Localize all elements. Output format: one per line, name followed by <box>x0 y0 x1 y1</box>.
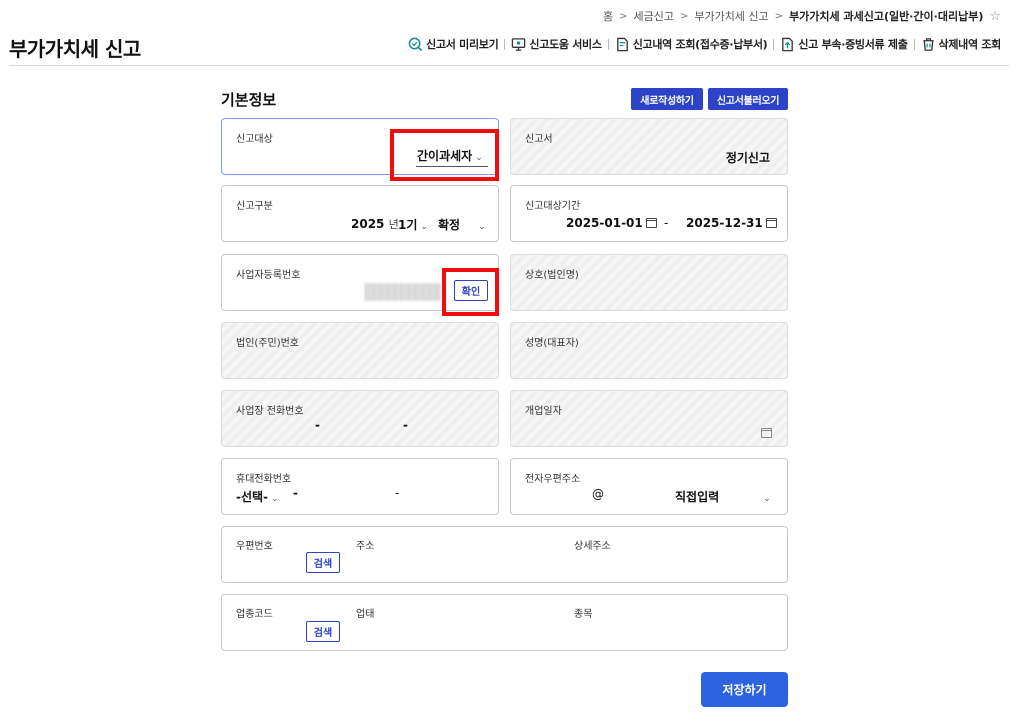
period-value: 1기 <box>398 218 418 232</box>
calendar-icon <box>761 428 772 438</box>
corp-number-field: 법인(주민)번호 <box>221 322 499 379</box>
new-report-button[interactable]: 새로작성하기 <box>631 88 703 110</box>
industry-search-button[interactable]: 검색 <box>306 621 340 642</box>
mobile-dash: - <box>395 486 400 500</box>
calendar-icon[interactable] <box>765 218 777 228</box>
business-phone-field: 사업장 전화번호 - - <box>221 390 499 447</box>
report-target-label: 신고대상 <box>236 134 273 145</box>
report-category-field: 신고구분 <box>221 185 499 242</box>
attachments-link[interactable]: 신고 부속·증빙서류 제출 <box>780 36 908 52</box>
report-category-label: 신고구분 <box>236 201 273 212</box>
phone-dash: - <box>315 418 320 432</box>
mobile-phone-label: 휴대전화번호 <box>236 474 292 485</box>
highlight-box <box>390 129 499 181</box>
page-title: 부가가치세 신고 <box>9 37 141 61</box>
load-report-button[interactable]: 신고서불러오기 <box>708 88 788 110</box>
calendar-icon[interactable] <box>645 218 657 228</box>
representative-field: 성명(대표자) <box>510 322 788 379</box>
magnifier-check-icon <box>408 37 423 51</box>
mobile-prefix-value: -선택- <box>236 490 269 504</box>
deleted-history-label: 삭제내역 조회 <box>938 38 1002 51</box>
year-value: 2025 <box>351 217 385 231</box>
breadcrumb-separator: > <box>679 10 689 22</box>
highlight-box <box>442 268 499 316</box>
top-menu: 신고서 미리보기 신고도움 서비스 신고내역 조회(접수증·납부서) 신고 부속… <box>408 36 1001 52</box>
business-number-label: 사업자등록번호 <box>236 270 301 281</box>
chevron-down-icon: ⌄ <box>420 222 428 232</box>
history-link[interactable]: 신고내역 조회(접수증·납부서) <box>615 36 768 52</box>
breadcrumb-tax-report[interactable]: 세금신고 <box>633 8 673 24</box>
email-domain-value: 직접입력 <box>675 490 720 504</box>
document-search-icon <box>616 37 628 51</box>
mobile-phone-field: 휴대전화번호 <box>221 458 499 515</box>
section-title: 기본정보 <box>221 91 277 109</box>
period-end-value: 2025-12-31 <box>686 216 763 230</box>
menu-divider <box>913 38 915 50</box>
business-phone-label: 사업장 전화번호 <box>236 406 304 417</box>
zip-label: 우편번호 <box>236 541 273 552</box>
report-form-label: 신고서 <box>525 134 553 145</box>
history-label: 신고내역 조회(접수증·납부서) <box>632 38 768 51</box>
period-end-input[interactable]: 2025-12-31 <box>686 216 777 230</box>
save-button[interactable]: 저장하기 <box>701 672 788 707</box>
open-date-field: 개업일자 <box>510 390 788 447</box>
email-at-sign: @ <box>592 487 604 501</box>
trash-icon <box>922 37 934 51</box>
mobile-dash: - <box>293 486 298 500</box>
business-number-masked[interactable] <box>365 283 441 301</box>
address-detail-label: 상세주소 <box>574 541 611 552</box>
report-type-select[interactable]: 확정 ⌄ <box>438 216 486 233</box>
menu-divider <box>773 38 775 50</box>
company-name-label: 상호(법인명) <box>525 270 579 281</box>
help-service-label: 신고도움 서비스 <box>529 38 602 51</box>
email-label: 전자우편주소 <box>525 474 581 485</box>
star-icon[interactable]: ☆ <box>989 9 1001 24</box>
period-start-value: 2025-01-01 <box>566 216 643 230</box>
document-upload-icon <box>782 37 794 51</box>
address-label: 주소 <box>356 541 375 552</box>
chevron-down-icon: ⌄ <box>478 222 486 232</box>
email-domain-select[interactable]: 직접입력 ⌄ <box>675 488 771 505</box>
deleted-history-link[interactable]: 삭제내역 조회 <box>921 36 1001 52</box>
email-field: 전자우편주소 <box>510 458 788 515</box>
phone-dash: - <box>403 418 408 432</box>
attachments-label: 신고 부속·증빙서류 제출 <box>798 38 908 51</box>
open-date-label: 개업일자 <box>525 406 562 417</box>
breadcrumb: 홈 > 세금신고 > 부가가치세 신고 > 부가가치세 과세신고(일반·간이·대… <box>603 8 1001 24</box>
breadcrumb-vat-report[interactable]: 부가가치세 신고 <box>694 8 768 24</box>
breadcrumb-separator: > <box>619 10 628 22</box>
address-search-button[interactable]: 검색 <box>306 552 340 573</box>
report-type-value: 확정 <box>438 218 461 232</box>
year-select[interactable]: 2025 년 <box>351 216 399 232</box>
report-period-field: 신고대상기간 <box>510 185 788 242</box>
menu-divider <box>504 38 506 50</box>
mobile-prefix-select[interactable]: -선택- ⌄ <box>236 488 279 505</box>
chevron-down-icon: ⌄ <box>763 494 771 504</box>
breadcrumb-separator: > <box>774 10 784 22</box>
report-period-label: 신고대상기간 <box>525 201 581 212</box>
report-form-value: 정기신고 <box>725 151 770 165</box>
preview-link[interactable]: 신고서 미리보기 <box>408 36 499 52</box>
period-start-input[interactable]: 2025-01-01 <box>566 216 657 230</box>
company-name-field: 상호(법인명) <box>510 254 788 311</box>
corp-number-label: 법인(주민)번호 <box>236 338 300 349</box>
representative-label: 성명(대표자) <box>525 338 579 349</box>
help-service-link[interactable]: 신고도움 서비스 <box>511 36 602 52</box>
breadcrumb-current: 부가가치세 과세신고(일반·간이·대리납부) <box>789 10 984 23</box>
menu-divider <box>607 38 609 50</box>
monitor-help-icon <box>512 37 526 51</box>
preview-label: 신고서 미리보기 <box>426 38 499 51</box>
business-item-label: 종목 <box>574 609 593 620</box>
breadcrumb-home[interactable]: 홈 <box>603 8 613 24</box>
period-select[interactable]: 1기 ⌄ <box>398 216 428 233</box>
report-form-field: 신고서 정기신고 <box>510 118 788 175</box>
business-type-label: 업태 <box>356 609 375 620</box>
chevron-down-icon: ⌄ <box>271 494 279 504</box>
period-range-dash: - <box>664 216 669 230</box>
header-divider <box>9 65 1009 66</box>
industry-code-label: 업종코드 <box>236 609 273 620</box>
